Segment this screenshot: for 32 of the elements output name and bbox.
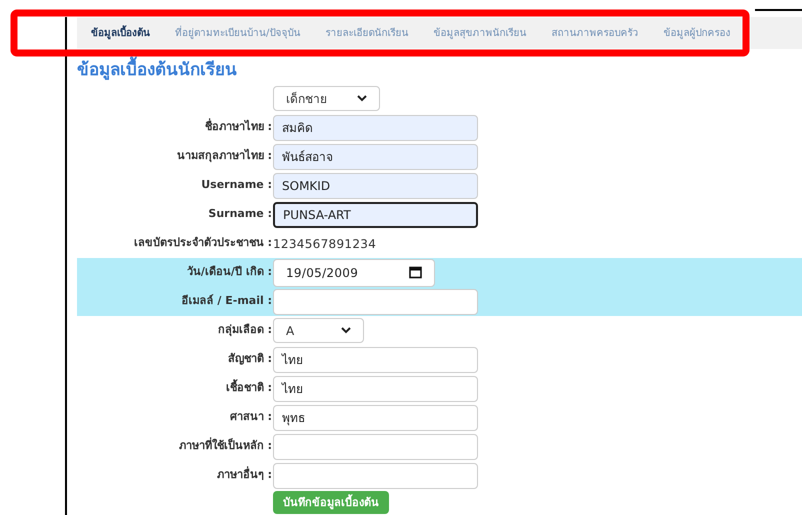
field-label: ชื่อภาษาไทย : bbox=[204, 119, 272, 136]
chevron-down-icon bbox=[357, 95, 367, 102]
date-field[interactable]: 19/05/2009 bbox=[273, 258, 435, 286]
field-label: ภาษาที่ใช้เป็นหลัก : bbox=[178, 438, 272, 454]
field-label: Username : bbox=[201, 177, 272, 194]
text-field[interactable]: พุทธ bbox=[273, 404, 478, 430]
text-field[interactable]: SOMKID bbox=[273, 172, 478, 198]
field-label: อีเมลล์ / E-mail : bbox=[182, 293, 272, 310]
calendar-icon[interactable] bbox=[409, 266, 422, 279]
section-heading: ข้อมูลเบื้องต้นนักเรียน bbox=[77, 58, 802, 82]
text-field[interactable]: ไทย bbox=[273, 376, 478, 402]
text-field[interactable] bbox=[273, 434, 478, 460]
chevron-down-icon bbox=[341, 327, 351, 334]
text-field[interactable]: พันธ์สอาจ bbox=[273, 144, 478, 170]
field-label: นามสกุลภาษาไทย : bbox=[176, 148, 272, 164]
text-field[interactable]: PUNSA-ART bbox=[273, 202, 478, 228]
field-label: เลขบัตรประจำตัวประชาชน : bbox=[134, 235, 272, 252]
field-label: กลุ่มเลือด : bbox=[218, 322, 272, 338]
text-field[interactable] bbox=[273, 288, 478, 314]
tab[interactable]: ข้อมูลเบื้องต้น bbox=[91, 26, 150, 40]
field-label: สัญชาติ : bbox=[228, 351, 272, 368]
field-label: ศาสนา : bbox=[230, 409, 272, 426]
text-field[interactable]: สมคิด bbox=[273, 114, 478, 140]
field-label: ภาษาอื่นๆ : bbox=[216, 467, 272, 484]
dropdown[interactable]: เด็กชาย bbox=[273, 86, 380, 111]
text-field[interactable] bbox=[273, 462, 478, 488]
dropdown[interactable]: A bbox=[273, 318, 364, 343]
id-number: 1234567891234 bbox=[273, 236, 376, 252]
field-label: เชื้อชาติ : bbox=[226, 380, 272, 396]
field-label: Surname : bbox=[208, 206, 272, 222]
text-field[interactable]: ไทย bbox=[273, 346, 478, 372]
field-label: วัน/เดือน/ปี เกิด : bbox=[186, 264, 272, 280]
